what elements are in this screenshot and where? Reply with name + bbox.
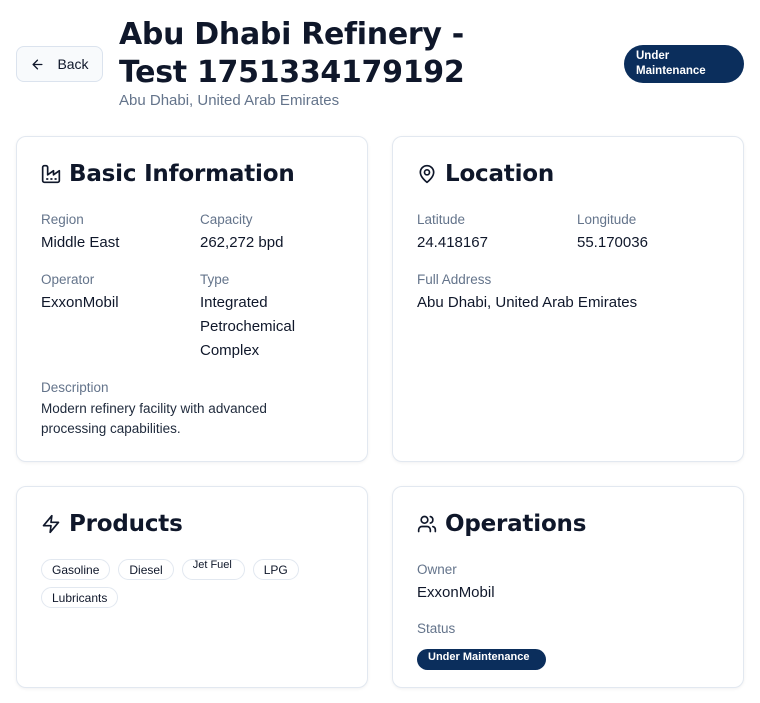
- description-label: Description: [41, 380, 109, 395]
- address-label: Full Address: [417, 272, 492, 287]
- longitude-label: Longitude: [577, 212, 637, 227]
- owner-label: Owner: [417, 562, 457, 577]
- back-button[interactable]: Back: [16, 46, 103, 82]
- capacity-label: Capacity: [200, 212, 253, 227]
- factory-icon: [41, 164, 61, 184]
- card-title: Basic Information: [69, 161, 295, 187]
- page-subtitle: Abu Dhabi, United Arab Emirates: [119, 92, 340, 109]
- status-badge: Under Maintenance: [624, 45, 744, 83]
- description-value: Modern refinery facility with advanced p…: [41, 401, 267, 436]
- region-label: Region: [41, 212, 84, 227]
- operator-label: Operator: [41, 272, 95, 287]
- card-header: Basic Information: [41, 161, 295, 187]
- type-label: Type: [200, 272, 230, 287]
- card-header: Operations: [417, 511, 586, 537]
- card-title: Products: [69, 511, 183, 537]
- operator-field: Operator ExxonMobil: [41, 271, 119, 315]
- back-button-label: Back: [57, 56, 89, 72]
- region-field: Region Middle East: [41, 211, 119, 255]
- product-tag: LPG: [252, 559, 299, 580]
- product-tag: Lubricants: [41, 587, 119, 608]
- product-tag-list: Gasoline Diesel Jet Fuel LPG Lubricants: [41, 559, 331, 608]
- address-field: Full Address Abu Dhabi, United Arab Emir…: [417, 271, 637, 315]
- operator-value: ExxonMobil: [41, 294, 119, 311]
- owner-field: Owner ExxonMobil: [417, 561, 495, 605]
- longitude-field: Longitude 55.170036: [577, 211, 648, 255]
- product-tag: Diesel: [118, 559, 174, 580]
- description-field: Description Modern refinery facility wit…: [41, 379, 321, 439]
- page-title: Abu Dhabi Refinery - Test 1751334179192: [119, 17, 465, 90]
- basic-information-card: Basic Information Region Middle East Cap…: [16, 136, 368, 462]
- longitude-value: 55.170036: [577, 234, 648, 251]
- products-card: Products Gasoline Diesel Jet Fuel LPG Lu…: [16, 486, 368, 688]
- capacity-field: Capacity 262,272 bpd: [200, 211, 283, 255]
- operations-card: Operations Owner ExxonMobil Status Under…: [392, 486, 744, 688]
- zap-icon: [42, 514, 60, 534]
- status-field: Status: [417, 620, 455, 638]
- product-tag: Jet Fuel: [181, 559, 245, 580]
- capacity-value: 262,272 bpd: [200, 234, 284, 251]
- arrow-left-icon: [32, 59, 43, 69]
- region-value: Middle East: [41, 234, 120, 251]
- status-label: Status: [417, 621, 456, 636]
- card-header: Location: [417, 161, 554, 187]
- users-icon: [417, 515, 437, 533]
- type-value: Integrated Petrochemical Complex: [200, 294, 296, 359]
- latitude-field: Latitude 24.418167: [417, 211, 488, 255]
- product-tag: Gasoline: [41, 559, 111, 580]
- operations-status-badge: Under Maintenance: [417, 649, 546, 670]
- type-field: Type Integrated Petrochemical Complex: [200, 271, 330, 363]
- address-value: Abu Dhabi, United Arab Emirates: [417, 294, 638, 311]
- location-card: Location Latitude 24.418167 Longitude 55…: [392, 136, 744, 462]
- latitude-label: Latitude: [417, 212, 466, 227]
- latitude-value: 24.418167: [417, 234, 488, 251]
- card-title: Location: [445, 161, 555, 187]
- card-title: Operations: [445, 511, 587, 537]
- owner-value: ExxonMobil: [417, 584, 495, 601]
- card-header: Products: [41, 511, 183, 537]
- map-pin-icon: [419, 164, 435, 184]
